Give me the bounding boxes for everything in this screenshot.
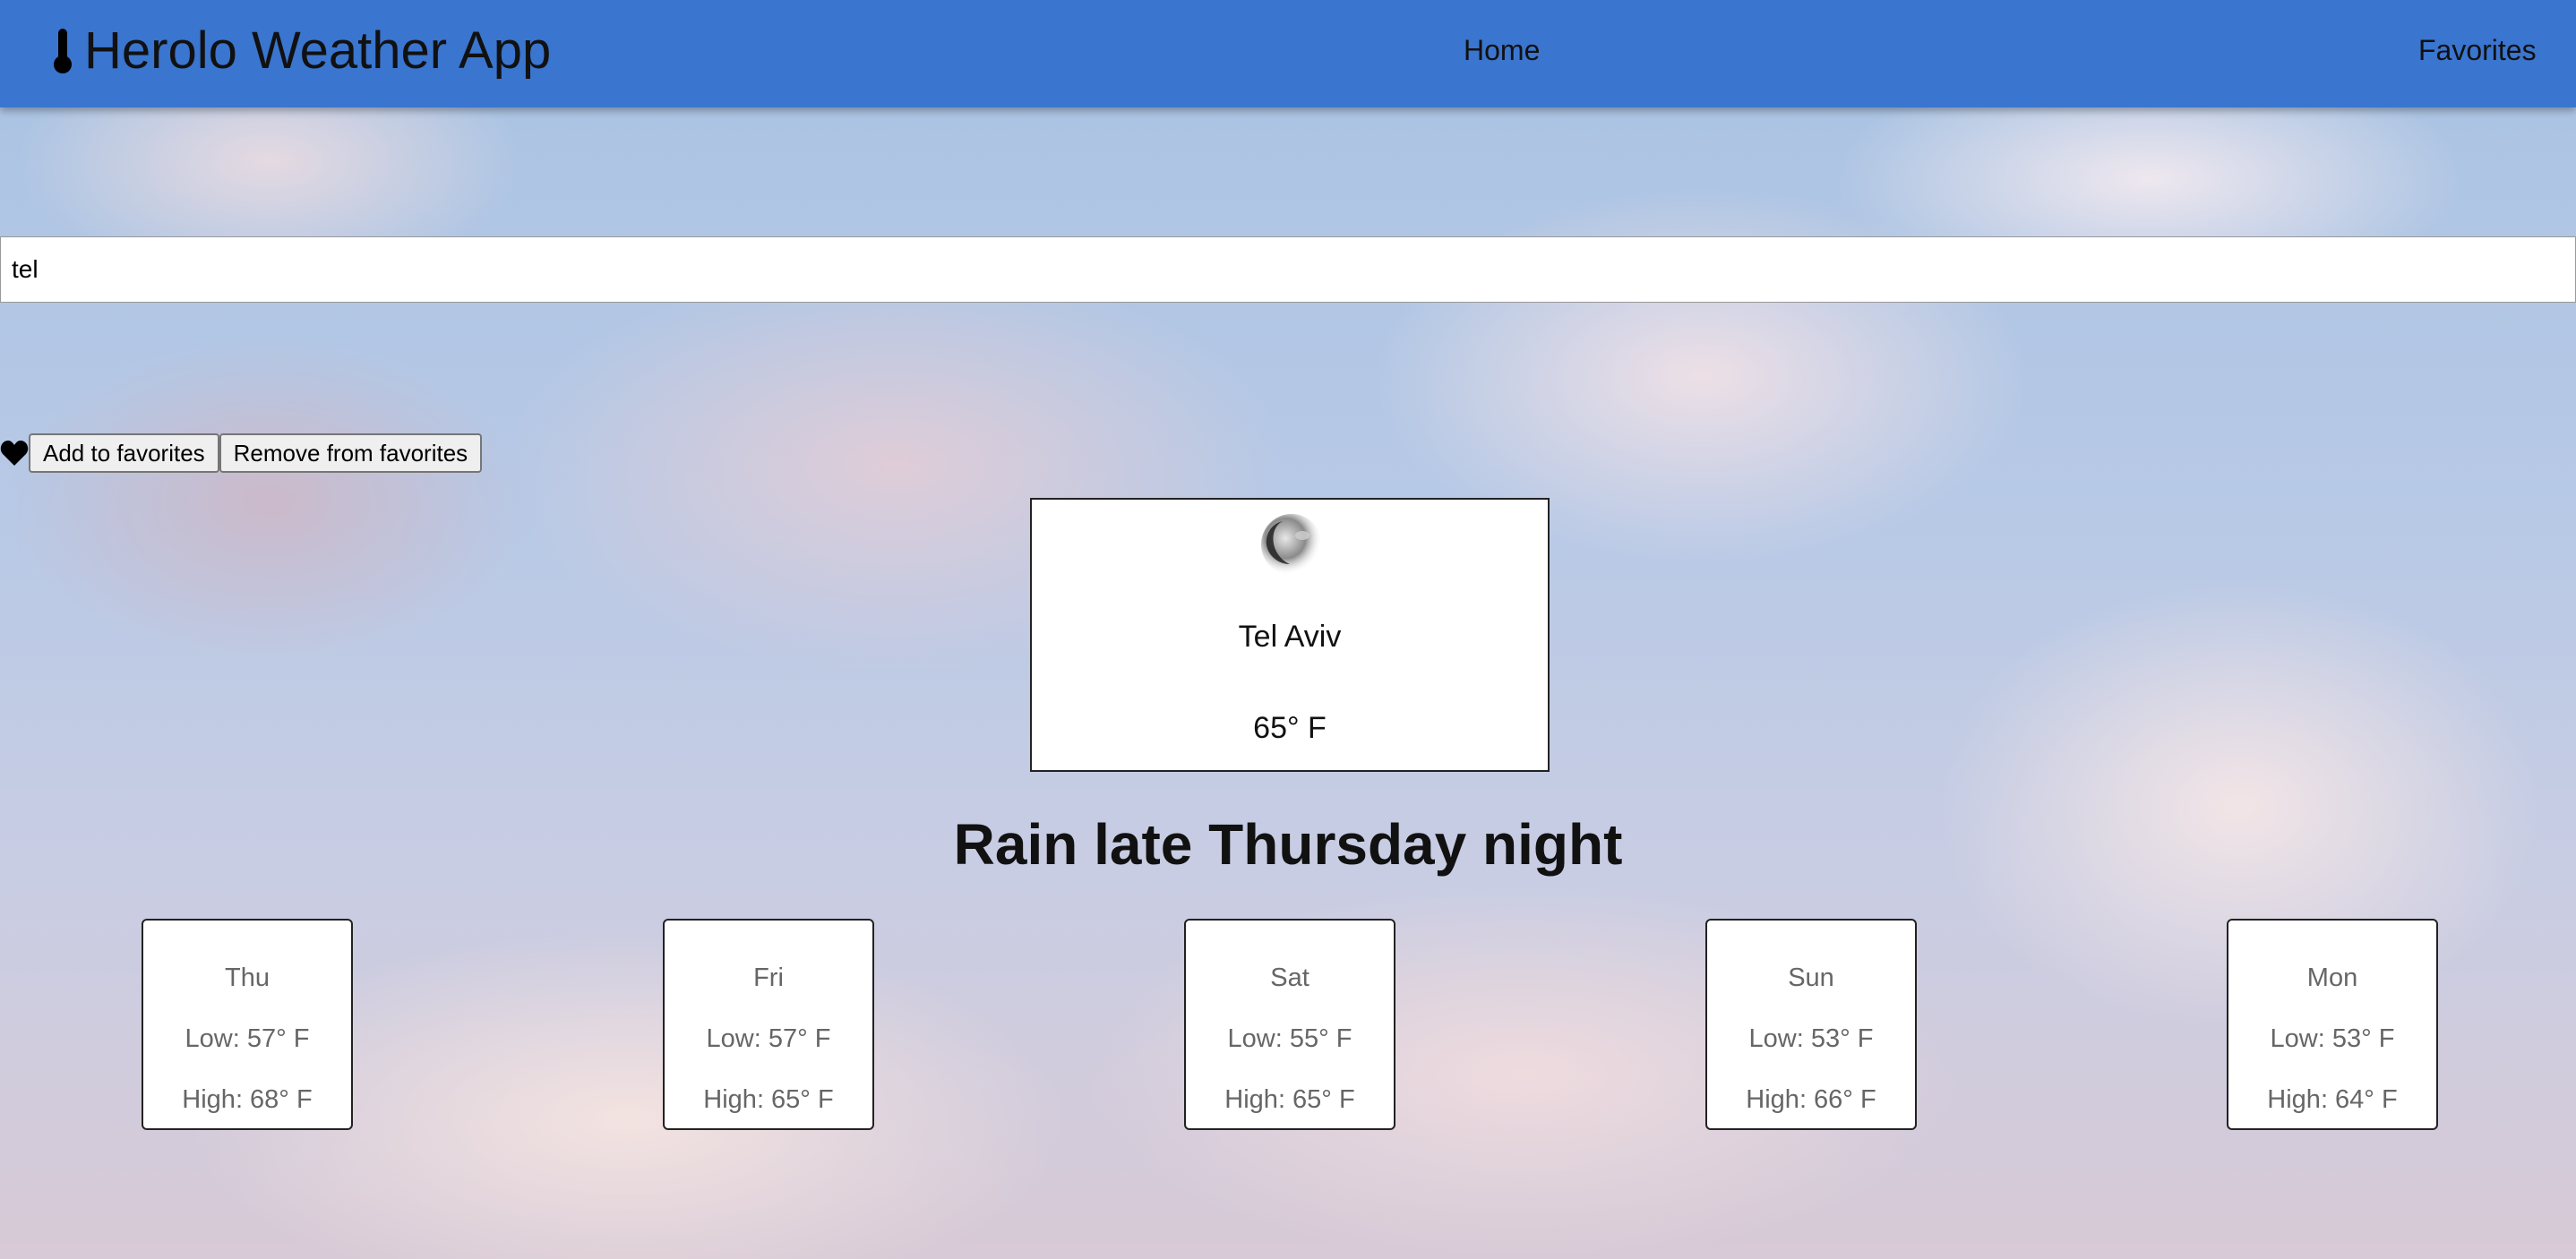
forecast-day: Fri bbox=[753, 964, 784, 992]
forecast-high: High: 68° F bbox=[182, 1085, 313, 1114]
forecast-high: High: 65° F bbox=[1224, 1085, 1355, 1114]
forecast-card: Sun Low: 53° F High: 66° F bbox=[1705, 919, 1917, 1130]
current-temperature: 65° F bbox=[1253, 711, 1327, 745]
forecast-day: Mon bbox=[2306, 964, 2358, 992]
forecast-day: Thu bbox=[225, 964, 270, 992]
city-search-input[interactable] bbox=[0, 236, 2576, 303]
forecast-card: Thu Low: 57° F High: 68° F bbox=[142, 919, 353, 1130]
nav-favorites-link[interactable]: Favorites bbox=[2418, 32, 2537, 68]
current-weather-card: Tel Aviv 65° F bbox=[1030, 498, 1550, 772]
forecast-card: Mon Low: 53° F High: 64° F bbox=[2227, 919, 2438, 1130]
remove-from-favorites-button[interactable]: Remove from favorites bbox=[219, 433, 483, 473]
forecast-high: High: 65° F bbox=[703, 1085, 834, 1114]
add-to-favorites-button[interactable]: Add to favorites bbox=[29, 433, 219, 473]
thermometer-icon bbox=[54, 29, 72, 73]
forecast-day: Sun bbox=[1788, 964, 1834, 992]
forecast-card: Fri Low: 57° F High: 65° F bbox=[663, 919, 874, 1130]
app-brand[interactable]: Herolo Weather App bbox=[50, 20, 551, 82]
forecast-high: High: 64° F bbox=[2267, 1085, 2398, 1114]
favorites-actions: Add to favorites Remove from favorites bbox=[0, 433, 483, 473]
nav-home-link[interactable]: Home bbox=[1464, 32, 1540, 68]
forecast-low: Low: 53° F bbox=[1748, 1024, 1874, 1053]
navbar: Herolo Weather App Home Favorites bbox=[0, 0, 2576, 107]
forecast-card: Sat Low: 55° F High: 65° F bbox=[1184, 919, 1395, 1130]
weather-headline: Rain late Thursday night bbox=[953, 812, 1623, 877]
forecast-low: Low: 55° F bbox=[1227, 1024, 1352, 1053]
heart-icon bbox=[0, 441, 29, 466]
forecast-day: Sat bbox=[1270, 964, 1309, 992]
forecast-low: Low: 57° F bbox=[706, 1024, 831, 1053]
night-moon-icon bbox=[1261, 514, 1322, 575]
city-name: Tel Aviv bbox=[1238, 620, 1342, 654]
app-title: Herolo Weather App bbox=[84, 21, 552, 80]
forecast-low: Low: 53° F bbox=[2270, 1024, 2395, 1053]
forecast-low: Low: 57° F bbox=[185, 1024, 310, 1053]
forecast-high: High: 66° F bbox=[1746, 1085, 1876, 1114]
